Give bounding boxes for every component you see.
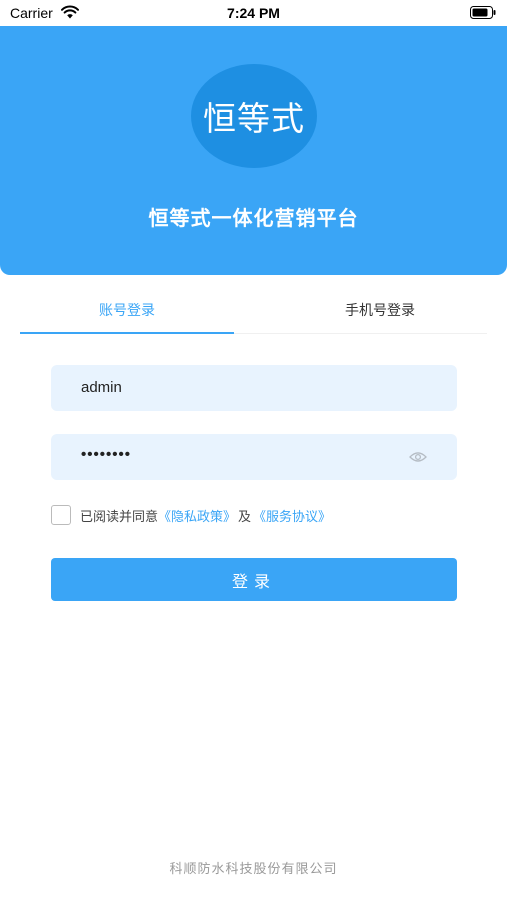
app-title: 恒等式一体化营销平台 <box>148 206 359 230</box>
agreement-checkbox[interactable] <box>51 505 71 525</box>
login-tabs: 账号登录 手机号登录 <box>20 290 487 334</box>
company-footer: 科顺防水科技股份有限公司 <box>169 862 338 877</box>
battery-icon <box>470 6 496 19</box>
agreement-and: 及 <box>238 509 252 525</box>
logo-text: 恒等式 <box>203 99 305 138</box>
active-tab-indicator <box>20 332 234 334</box>
status-bar: Carrier 7:24 PM <box>0 0 507 26</box>
agreement-prefix: 已阅读并同意 <box>80 509 159 525</box>
tab-account-login[interactable]: 账号登录 <box>20 300 234 320</box>
clock: 7:24 PM <box>227 5 280 21</box>
password-field[interactable]: •••••••• <box>51 434 457 480</box>
privacy-policy-link[interactable]: 《隐私政策》 <box>158 506 236 525</box>
username-value: admin <box>81 379 122 396</box>
service-agreement-link[interactable]: 《服务协议》 <box>253 506 331 525</box>
username-field[interactable]: admin <box>51 365 457 411</box>
eye-icon[interactable] <box>409 450 427 464</box>
header-banner: 恒等式 恒等式一体化营销平台 <box>0 26 507 275</box>
password-value: •••••••• <box>81 446 132 463</box>
app-logo: 恒等式 <box>191 64 317 168</box>
agreement-row: 已阅读并同意 《隐私政策》 及 《服务协议》 <box>51 505 331 525</box>
login-button[interactable]: 登录 <box>51 558 457 601</box>
tab-phone-login[interactable]: 手机号登录 <box>273 300 487 320</box>
